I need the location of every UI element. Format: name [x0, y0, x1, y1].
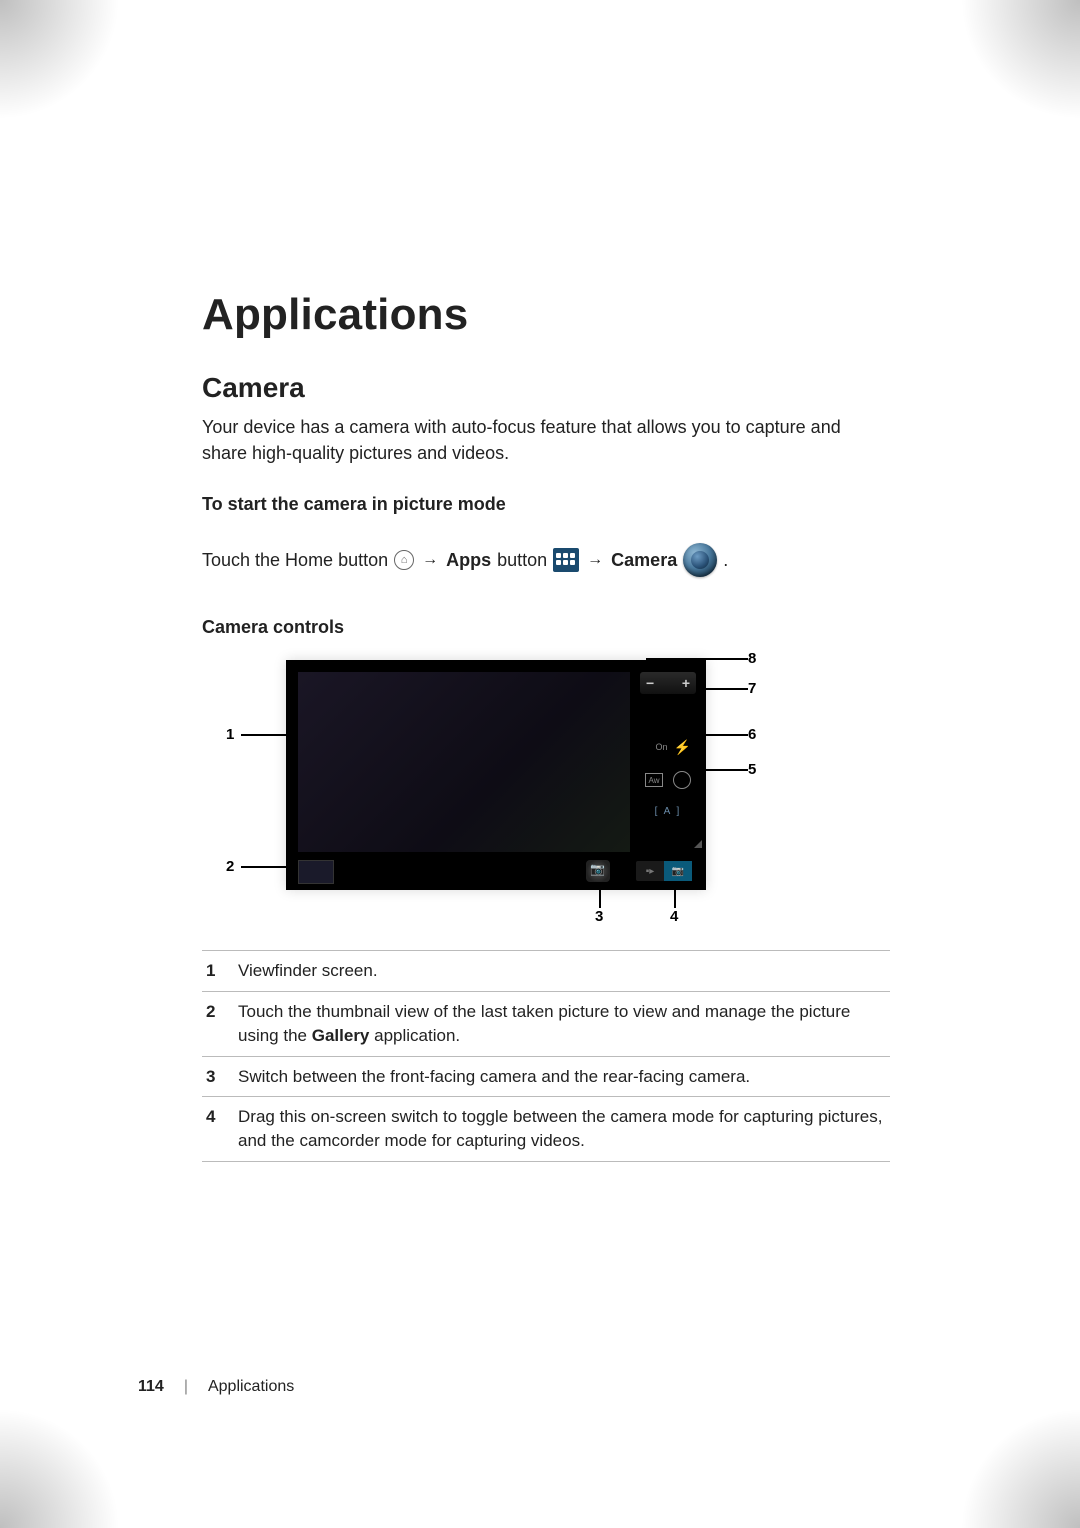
wb-mode-icon: Aw: [645, 773, 663, 787]
footer-divider: |: [184, 1378, 188, 1396]
callout-line: [241, 866, 287, 868]
callout-7: 7: [748, 680, 756, 697]
callout-3: 3: [595, 908, 603, 925]
footer-section: Applications: [208, 1378, 294, 1396]
page-shadow: [0, 1408, 120, 1528]
page-footer: 114 | Applications: [138, 1378, 294, 1396]
camera-app-icon: [683, 543, 717, 577]
callout-line: [674, 886, 676, 908]
camera-right-rail: − + On ⚡ Aw [ A ]: [636, 668, 700, 850]
table-row: 2 Touch the thumbnail view of the last t…: [202, 991, 890, 1056]
legend-number: 1: [202, 951, 234, 992]
table-row: 4 Drag this on-screen switch to toggle b…: [202, 1097, 890, 1162]
viewfinder: [298, 672, 630, 852]
thumbnail-preview: [298, 860, 334, 884]
white-balance-control: Aw: [643, 770, 693, 790]
camera-label: Camera: [611, 550, 677, 571]
legend-number: 2: [202, 991, 234, 1056]
legend-text: Touch the thumbnail view of the last tak…: [234, 991, 890, 1056]
legend-number: 3: [202, 1056, 234, 1097]
intro-paragraph: Your device has a camera with auto-focus…: [202, 414, 890, 466]
callout-line: [646, 658, 648, 666]
section-heading: Camera: [202, 372, 890, 404]
camera-screenshot: ▪▸ 📷 − + On ⚡ Aw [ A ]: [286, 660, 706, 890]
home-icon: ⌂: [394, 550, 414, 570]
camera-mode-icon: 📷: [664, 861, 692, 881]
apps-grid-icon: [553, 548, 579, 572]
callout-1: 1: [226, 726, 234, 743]
page-content: Applications Camera Your device has a ca…: [0, 0, 1080, 1162]
mode-slider: ▪▸ 📷: [636, 861, 692, 881]
legend-number: 4: [202, 1097, 234, 1162]
page-number: 114: [138, 1378, 164, 1396]
zoom-out-icon: −: [646, 675, 654, 691]
legend-text: Drag this on-screen switch to toggle bet…: [234, 1097, 890, 1162]
legend-text: Switch between the front-facing camera a…: [234, 1056, 890, 1097]
video-mode-icon: ▪▸: [636, 861, 664, 881]
zoom-control: − +: [640, 672, 696, 694]
camera-controls-figure: ▪▸ 📷 − + On ⚡ Aw [ A ]: [226, 650, 866, 930]
callout-line: [694, 769, 748, 771]
controls-heading: Camera controls: [202, 617, 890, 638]
flash-icon: ⚡: [674, 739, 691, 756]
callout-line: [704, 688, 748, 690]
subsection-heading: To start the camera in picture mode: [202, 494, 890, 515]
expand-triangle-icon: [694, 840, 702, 848]
camera-switch-icon: [586, 860, 610, 882]
arrow-icon: →: [587, 551, 603, 569]
navigation-path: Touch the Home button ⌂ → Apps button → …: [202, 543, 890, 577]
zoom-in-icon: +: [682, 675, 690, 691]
callout-line: [241, 734, 287, 736]
callout-4: 4: [670, 908, 678, 925]
page-shadow: [960, 1408, 1080, 1528]
settings-icon: [673, 771, 691, 789]
callout-8: 8: [748, 650, 756, 667]
table-row: 3 Switch between the front-facing camera…: [202, 1056, 890, 1097]
callout-line: [599, 886, 601, 908]
nav-text: button: [497, 550, 547, 571]
page-title: Applications: [202, 290, 890, 340]
legend-text: Viewfinder screen.: [234, 951, 890, 992]
nav-period: .: [723, 550, 728, 571]
callout-2: 2: [226, 858, 234, 875]
flash-control: On ⚡: [643, 736, 693, 758]
flash-label: On: [656, 742, 668, 752]
callout-line: [646, 658, 748, 660]
callout-line: [694, 734, 748, 736]
legend-table: 1 Viewfinder screen. 2 Touch the thumbna…: [202, 950, 890, 1162]
arrow-icon: →: [422, 551, 438, 569]
auto-label: [ A ]: [655, 806, 682, 817]
callout-5: 5: [748, 761, 756, 778]
apps-label: Apps: [446, 550, 491, 571]
nav-text: Touch the Home button: [202, 550, 388, 571]
table-row: 1 Viewfinder screen.: [202, 951, 890, 992]
callout-6: 6: [748, 726, 756, 743]
